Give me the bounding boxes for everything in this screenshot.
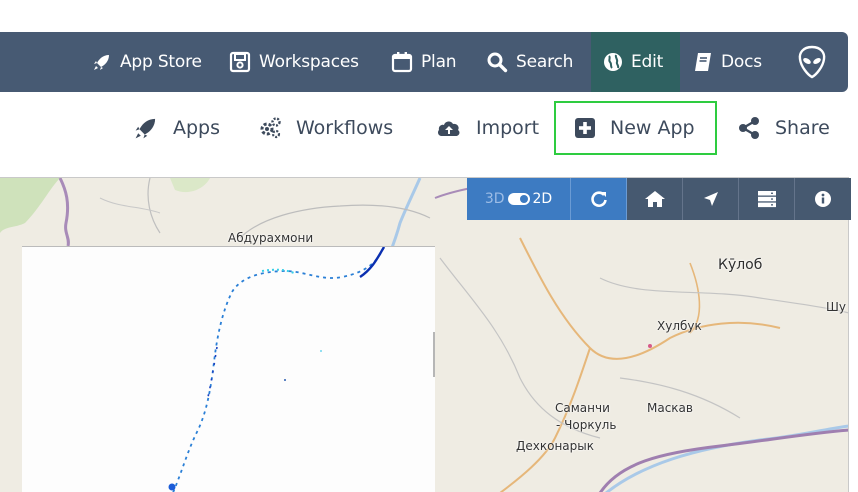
apps-button[interactable]: Apps	[133, 104, 220, 152]
map-label-maskav: Маскав	[647, 401, 693, 415]
globe-icon	[604, 53, 622, 71]
share-button[interactable]: Share	[737, 104, 830, 152]
nav-label: App Store	[120, 52, 202, 72]
rocket-icon	[94, 55, 109, 70]
workflows-label: Workflows	[296, 117, 394, 139]
nav-edit[interactable]: Edit	[591, 32, 680, 92]
apps-label: Apps	[173, 117, 221, 139]
server-stack-icon	[757, 191, 776, 208]
new-app-label: New App	[610, 117, 695, 139]
nav-label: Search	[516, 52, 574, 72]
cloud-upload-icon	[438, 121, 460, 136]
alien-icon	[798, 45, 826, 79]
nav-label: Plan	[421, 52, 457, 72]
locate-button[interactable]	[683, 178, 739, 220]
rocket-icon	[135, 118, 156, 139]
nav-label: Docs	[721, 52, 762, 72]
map-label-shu: Шу	[826, 300, 846, 314]
top-navbar: App Store Workspaces Plan Search Edit Do…	[0, 32, 848, 92]
workflows-button[interactable]: Workflows	[258, 104, 393, 152]
nav-docs[interactable]: Docs	[693, 32, 762, 92]
map-label-khulbuk: Хулбук	[657, 319, 702, 333]
import-label: Import	[476, 117, 540, 139]
map-label-abdurakhmoni: Абдурахмони	[228, 231, 314, 245]
nav-label: Workspaces	[259, 52, 359, 72]
new-app-button[interactable]: New App	[554, 101, 717, 155]
share-label: Share	[775, 117, 830, 139]
mode-3d-label: 3D	[484, 191, 505, 207]
plus-square-icon	[575, 118, 595, 138]
info-button[interactable]	[795, 178, 851, 220]
dimension-toggle[interactable]: 3D 2D	[467, 178, 571, 220]
detection-trace	[168, 246, 435, 492]
nav-app-store[interactable]: App Store	[92, 32, 202, 92]
import-button[interactable]: Import	[436, 104, 539, 152]
map-label-kulob: Кӯлоб	[718, 257, 763, 273]
refresh-button[interactable]	[571, 178, 627, 220]
gears-icon	[260, 117, 281, 139]
nav-workspaces[interactable]: Workspaces	[229, 32, 359, 92]
refresh-icon	[590, 191, 607, 207]
book-icon	[695, 53, 711, 71]
share-icon	[739, 117, 759, 139]
info-icon	[815, 191, 831, 207]
map-label-samanchi: Саманчи	[555, 401, 610, 415]
map-label-chorkul: - Чоркуль	[556, 418, 617, 432]
app-window: App Store Workspaces Plan Search Edit Do…	[0, 0, 858, 492]
search-icon	[487, 52, 508, 73]
nav-plan[interactable]: Plan	[391, 32, 457, 92]
location-arrow-icon	[703, 192, 718, 206]
map-label-dekhkanaryk: Дехконарык	[516, 439, 594, 453]
nav-label: Edit	[631, 52, 664, 72]
mode-2d-label: 2D	[532, 191, 553, 207]
layers-button[interactable]	[739, 178, 795, 220]
home-icon	[644, 191, 665, 207]
calendar-icon	[391, 52, 413, 73]
user-avatar-button[interactable]	[792, 44, 832, 80]
map-controls: 3D 2D	[467, 178, 851, 220]
home-button[interactable]	[627, 178, 683, 220]
map-view[interactable]: Абдурахмони Кӯлоб Хулбук Саманчи - Чорку…	[0, 177, 849, 492]
toggle-switch-icon	[507, 193, 530, 205]
nav-search[interactable]: Search	[486, 32, 573, 92]
analysis-overlay	[22, 246, 435, 492]
floppy-disk-icon	[229, 51, 251, 73]
